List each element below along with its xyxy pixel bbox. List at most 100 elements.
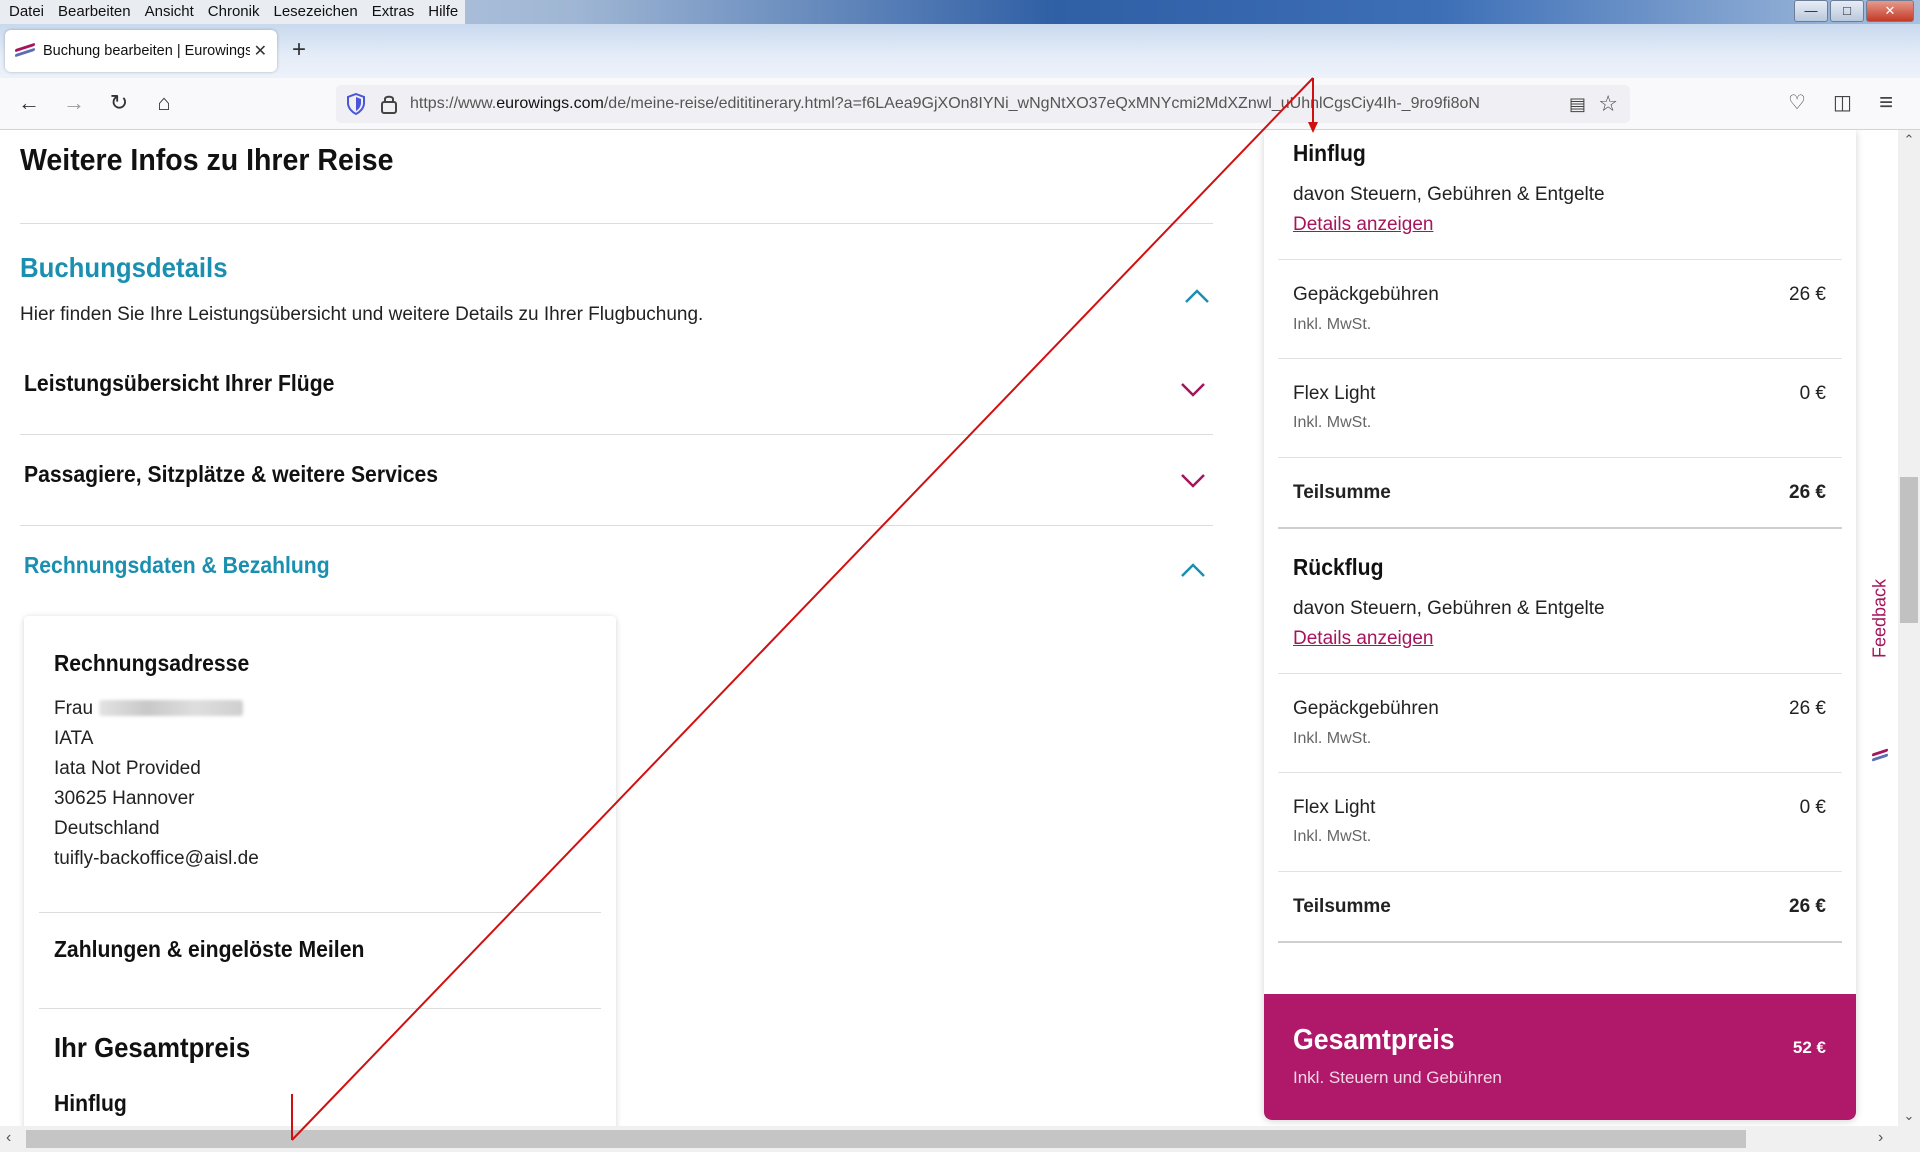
eurowings-logo-icon xyxy=(1872,748,1888,762)
url-bar[interactable]: https://www.eurowings.com/de/meine-reise… xyxy=(336,85,1630,123)
feedback-tab[interactable]: Feedback xyxy=(1866,520,1894,768)
price-panel: Hinflug davon Steuern, Gebühren & Entgel… xyxy=(1264,130,1856,1120)
chevron-down-icon[interactable] xyxy=(1180,473,1206,489)
payments-title[interactable]: Zahlungen & eingelöste Meilen xyxy=(54,936,364,963)
feedback-label[interactable]: Feedback xyxy=(1870,553,1891,685)
minimize-button[interactable]: — xyxy=(1794,0,1828,22)
price-item-label: Gepäckgebühren xyxy=(1293,698,1439,719)
horizontal-scroll-thumb[interactable] xyxy=(26,1130,1746,1148)
price-divider xyxy=(1278,871,1842,872)
page-title: Weitere Infos zu Ihrer Reise xyxy=(20,142,394,177)
close-window-button[interactable]: ✕ xyxy=(1866,0,1914,22)
price-divider xyxy=(1278,772,1842,773)
menu-extras[interactable]: Extras xyxy=(365,0,422,24)
accordion-passagiere[interactable]: Passagiere, Sitzplätze & weitere Service… xyxy=(24,461,438,488)
section-title-buchungsdetails: Buchungsdetails xyxy=(20,252,228,283)
vertical-scroll-thumb[interactable] xyxy=(1900,477,1918,623)
title-divider xyxy=(20,223,1213,224)
price-divider xyxy=(1278,358,1842,359)
reload-icon[interactable]: ↻ xyxy=(106,91,132,115)
total-title: Gesamtpreis xyxy=(1293,1024,1455,1056)
accordion-divider xyxy=(20,434,1213,435)
total-price-title: Ihr Gesamtpreis xyxy=(54,1032,251,1063)
menu-items: Datei Bearbeiten Ansicht Chronik Lesezei… xyxy=(0,0,466,24)
reader-view-icon[interactable]: ▤ xyxy=(1569,94,1586,115)
billing-line: Deutschland xyxy=(54,818,160,839)
page-content: Weitere Infos zu Ihrer Reise Buchungsdet… xyxy=(0,130,1898,1126)
app-menu-icon[interactable]: ≡ xyxy=(1879,91,1893,115)
price-item-sub: Inkl. MwSt. xyxy=(1293,730,1372,747)
forward-icon[interactable]: → xyxy=(61,91,87,115)
price-divider xyxy=(1278,941,1842,943)
vertical-scrollbar[interactable]: ⌃ ⌄ xyxy=(1898,130,1920,1126)
scroll-down-icon[interactable]: ⌄ xyxy=(1898,1108,1920,1124)
bookmark-star-icon[interactable]: ☆ xyxy=(1598,91,1618,117)
billing-line: IATA xyxy=(54,728,94,749)
return-subtotal-label: Teilsumme xyxy=(1293,896,1391,917)
outbound-title: Hinflug xyxy=(54,1090,127,1116)
price-item-sub: Inkl. MwSt. xyxy=(1293,414,1372,431)
pocket-icon[interactable]: ♡ xyxy=(1788,91,1806,115)
chevron-up-icon[interactable] xyxy=(1184,288,1210,304)
total-price-box: Gesamtpreis Inkl. Steuern und Gebühren 5… xyxy=(1264,994,1856,1120)
price-item-sub: Inkl. MwSt. xyxy=(1293,828,1372,845)
price-outbound-taxes: davon Steuern, Gebühren & Entgelte xyxy=(1293,184,1605,205)
menu-datei[interactable]: Datei xyxy=(2,0,51,24)
window-controls: — □ ✕ xyxy=(1794,0,1914,22)
accordion-divider xyxy=(20,525,1213,526)
price-outbound-title: Hinflug xyxy=(1293,140,1366,166)
billing-line: Iata Not Provided xyxy=(54,758,201,779)
price-item-label: Gepäckgebühren xyxy=(1293,284,1439,305)
card-divider xyxy=(39,912,601,913)
accordion-leistungsuebersicht[interactable]: Leistungsübersicht Ihrer Flüge xyxy=(24,370,334,397)
accordion-rechnungsdaten[interactable]: Rechnungsdaten & Bezahlung xyxy=(24,552,330,579)
menu-ansicht[interactable]: Ansicht xyxy=(138,0,201,24)
menu-hilfe[interactable]: Hilfe xyxy=(421,0,465,24)
scroll-left-icon[interactable]: ‹ xyxy=(6,1129,11,1147)
menu-bar: Datei Bearbeiten Ansicht Chronik Lesezei… xyxy=(0,0,1920,24)
price-item-sub: Inkl. MwSt. xyxy=(1293,316,1372,333)
total-amount: 52 € xyxy=(1792,1038,1826,1057)
price-item-label: Flex Light xyxy=(1293,383,1376,404)
horizontal-scrollbar[interactable]: ‹ › xyxy=(0,1126,1920,1152)
billing-address-title: Rechnungsadresse xyxy=(54,650,250,676)
price-item-amount: 0 € xyxy=(1799,383,1826,404)
billing-line: 30625 Hannover xyxy=(54,788,195,809)
outbound-subtotal-amount: 26 € xyxy=(1789,482,1826,503)
chevron-down-icon[interactable] xyxy=(1180,382,1206,398)
price-return-title: Rückflug xyxy=(1293,554,1384,580)
price-divider xyxy=(1278,259,1842,260)
scroll-right-icon[interactable]: › xyxy=(1878,1129,1883,1147)
menu-bearbeiten[interactable]: Bearbeiten xyxy=(51,0,138,24)
tab-active[interactable]: Buchung bearbeiten | Eurowings ✕ xyxy=(5,30,277,72)
price-return-taxes: davon Steuern, Gebühren & Entgelte xyxy=(1293,598,1605,619)
menu-chronik[interactable]: Chronik xyxy=(201,0,267,24)
new-tab-button[interactable]: + xyxy=(292,38,306,62)
eurowings-favicon-icon xyxy=(15,42,35,58)
billing-card: Rechnungsadresse Frau IATA Iata Not Prov… xyxy=(24,616,616,1126)
maximize-button[interactable]: □ xyxy=(1830,0,1864,22)
back-icon[interactable]: ← xyxy=(16,91,42,115)
tab-close-icon[interactable]: ✕ xyxy=(254,41,267,61)
nav-bar: ← → ↻ ⌂ https://www.eurowings.com/de/mei… xyxy=(0,78,1920,130)
price-item-amount: 26 € xyxy=(1789,284,1826,305)
tab-bar: Buchung bearbeiten | Eurowings ✕ + xyxy=(0,24,1920,78)
price-item-amount: 26 € xyxy=(1789,698,1826,719)
return-details-link[interactable]: Details anzeigen xyxy=(1293,628,1433,650)
url-text[interactable]: https://www.eurowings.com/de/meine-reise… xyxy=(410,85,1560,123)
card-divider xyxy=(39,1008,601,1009)
outbound-details-link[interactable]: Details anzeigen xyxy=(1293,214,1433,236)
tracking-shield-icon[interactable] xyxy=(346,93,366,115)
sidebar-icon[interactable]: ◫ xyxy=(1833,91,1852,115)
price-item-label: Flex Light xyxy=(1293,797,1376,818)
menu-lesezeichen[interactable]: Lesezeichen xyxy=(266,0,364,24)
price-divider xyxy=(1278,457,1842,458)
return-subtotal-amount: 26 € xyxy=(1789,896,1826,917)
price-item-amount: 0 € xyxy=(1799,797,1826,818)
outbound-subtotal-label: Teilsumme xyxy=(1293,482,1391,503)
scroll-up-icon[interactable]: ⌃ xyxy=(1898,132,1920,148)
lock-icon[interactable] xyxy=(380,93,398,115)
home-icon[interactable]: ⌂ xyxy=(151,91,177,115)
chevron-up-icon[interactable] xyxy=(1180,562,1206,578)
billing-salutation: Frau xyxy=(54,698,244,720)
